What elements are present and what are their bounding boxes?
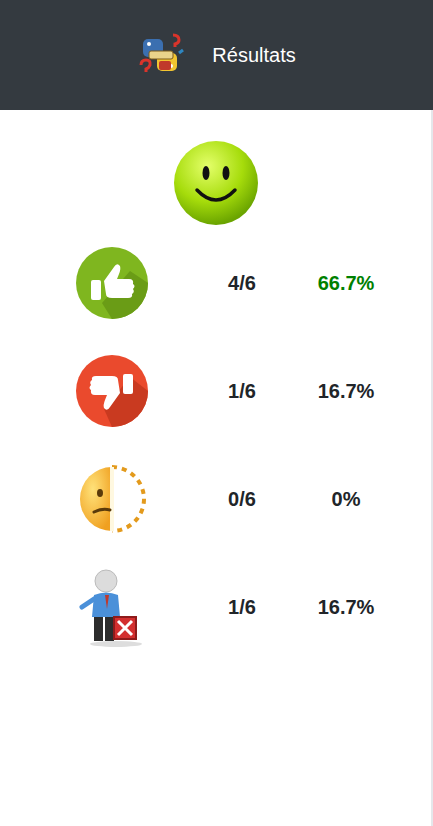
unanswered-icon bbox=[76, 459, 148, 539]
result-row: 0/60% bbox=[0, 445, 431, 553]
skipped-icon bbox=[76, 567, 148, 647]
score: 1/6 bbox=[182, 592, 302, 622]
results-panel: 4/666.7%1/616.7%0/60%1/616.7% bbox=[0, 110, 433, 826]
app-header: Résultats bbox=[0, 0, 433, 110]
score: 4/6 bbox=[182, 268, 302, 298]
percentage: 66.7% bbox=[302, 268, 390, 298]
percentage: 16.7% bbox=[302, 592, 390, 622]
result-row: 1/616.7% bbox=[0, 337, 431, 445]
score: 0/6 bbox=[182, 484, 302, 514]
wrong-icon bbox=[76, 351, 148, 431]
percentage: 0% bbox=[302, 484, 390, 514]
quiz-logo-icon bbox=[137, 31, 185, 79]
result-row: 1/616.7% bbox=[0, 553, 431, 661]
result-row: 4/666.7% bbox=[0, 229, 431, 337]
correct-icon bbox=[76, 243, 148, 323]
percentage: 16.7% bbox=[302, 376, 390, 406]
score: 1/6 bbox=[182, 376, 302, 406]
page-title: Résultats bbox=[212, 40, 295, 70]
smiley-icon bbox=[173, 140, 259, 226]
